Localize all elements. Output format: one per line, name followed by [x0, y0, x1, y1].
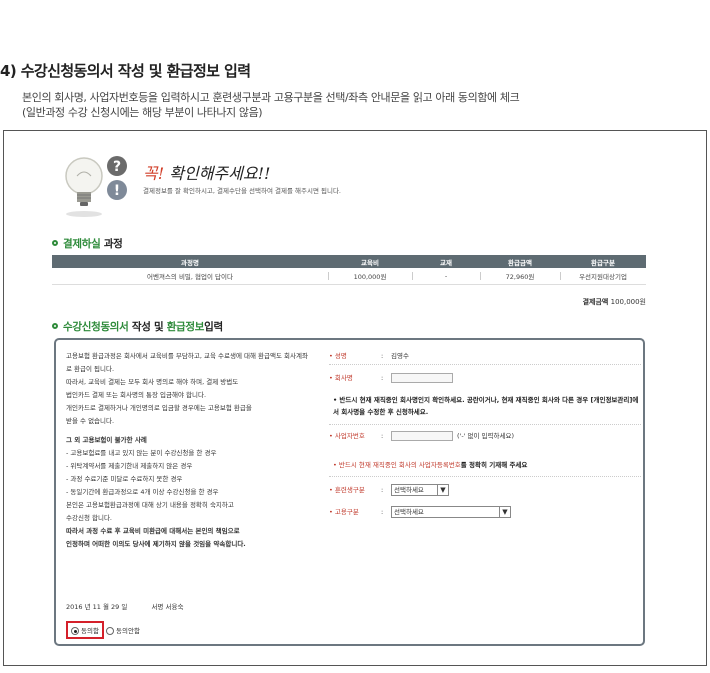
terms-line: - 동일기간에 환급과정으로 4개 이상 수강신청을 한 경우	[66, 488, 219, 496]
agree-radio[interactable]	[71, 627, 79, 635]
chevron-down-icon[interactable]: ▼	[499, 507, 510, 517]
field-company: • 회사명:	[329, 372, 453, 383]
description-line-1: 본인의 회사명, 사업자번호등을 입력하시고 훈련생구분과 고용구분을 선택/좌…	[22, 91, 520, 104]
terms-line: 개인카드로 결제하거나 개인명의로 입금할 경우에는 고용보험 환급을	[66, 404, 252, 412]
terms-line: 따라서, 교육비 결제는 모두 회사 명의로 해야 하며, 결제 방법도	[66, 378, 239, 386]
agree-label[interactable]: 동의함	[81, 627, 99, 635]
col-header-course: 과정명	[52, 255, 328, 268]
company-input[interactable]	[391, 373, 453, 383]
svg-text:?: ?	[113, 159, 121, 175]
cell-course: 어벤져스의 비밀, 협업이 답이다	[52, 268, 328, 285]
employment-type-select[interactable]: 선택하세요 ▼	[391, 506, 511, 518]
col-header-fee: 교육비	[328, 255, 412, 268]
terms-line: 고용보험 환급과정은 회사에서 교육비를 부담하고, 교육 수료생에 대해 환급…	[66, 352, 308, 360]
divider	[329, 364, 641, 365]
chevron-down-icon[interactable]: ▼	[437, 485, 448, 495]
field-employment-type: • 고용구분: 선택하세요 ▼	[329, 506, 511, 518]
payment-table: 과정명 교육비 교재 환급금액 환급구분 어벤져스의 비밀, 협업이 답이다 1…	[52, 255, 646, 285]
terms-line: 로 환급이 됩니다.	[66, 365, 115, 373]
terms-text: 고용보험 환급과정은 회사에서 교육비를 부담하고, 교육 수료생에 대해 환급…	[66, 350, 324, 551]
agreement-radio-group: 동의함 동의안함	[66, 621, 140, 639]
name-value: 김영수	[391, 352, 409, 360]
svg-text:!: !	[114, 183, 120, 199]
col-header-refund-amount: 환급금액	[480, 255, 560, 268]
lightbulb-icon: ? !	[65, 156, 127, 217]
signature-line: 2016 년 11 월 29 일 서명 서융숙	[66, 601, 183, 611]
divider	[329, 424, 641, 425]
notice-subtitle: 결제정보를 잘 확인하시고, 결제수단을 선택하여 결제를 해주시면 됩니다.	[143, 187, 341, 195]
terms-line: 인정하며 어떠한 이의도 당사에 제기하지 않을 것임을 약속합니다.	[66, 540, 246, 548]
notice-title-red: 꼭!	[143, 164, 165, 183]
bizno-info: • 반드시 현재 재직중인 회사의 사업자등록번호를 정확히 기재해 주세요	[333, 461, 528, 469]
notice-title: 꼭! 확인해주세요!!	[143, 160, 270, 184]
terms-line: - 과정 수료기준 미달로 수료하지 못한 경우	[66, 475, 183, 483]
terms-line: 따라서 과정 수료 후 교육비 미환급에 대해서는 본인의 책임으로	[66, 527, 240, 535]
terms-line: - 고용보험료를 내고 있지 않는 분이 수강신청을 한 경우	[66, 449, 217, 457]
table-header-row: 과정명 교육비 교재 환급금액 환급구분	[52, 255, 646, 268]
cell-fee: 100,000원	[328, 268, 412, 285]
agree-option-highlight[interactable]: 동의함	[66, 621, 104, 639]
field-name: • 성명: 김영수	[329, 352, 409, 360]
terms-line: 그 외 고용보험이 불가한 사례	[66, 436, 147, 444]
section-bullet-icon	[52, 323, 58, 329]
col-header-textbook: 교재	[412, 255, 480, 268]
terms-line: 법인카드 결제 또는 회사명의 통장 입금해야 합니다.	[66, 391, 207, 399]
terms-line: 수강신청 합니다.	[66, 514, 112, 522]
terms-line: - 위탁계약서를 제출기한내 제출하지 않은 경우	[66, 462, 193, 470]
sign-name: 서융숙	[165, 603, 184, 611]
bizno-input[interactable]	[391, 431, 453, 441]
cell-textbook: -	[412, 268, 480, 285]
bizno-note: ('-' 없이 입력하세요)	[457, 432, 514, 440]
field-trainee-type: • 훈련생구분: 선택하세요 ▼	[329, 484, 449, 496]
terms-line: 본인은 고용보험환급과정에 대해 상기 내용을 정확히 숙지하고	[66, 501, 234, 509]
sign-label: 서명	[151, 603, 164, 611]
agreement-section-title: 수강신청동의서 작성 및 환급정보입력	[52, 319, 223, 334]
company-info: • 반드시 현재 재직중인 회사명인지 확인하세요. 공란이거나, 현재 재직중…	[333, 396, 639, 416]
description-line-2: (일반과정 수강 신청시에는 해당 부분이 나타나지 않음)	[22, 106, 263, 119]
table-row: 어벤져스의 비밀, 협업이 답이다 100,000원 - 72,960원 우선지…	[52, 268, 646, 285]
divider	[329, 476, 641, 477]
disagree-radio[interactable]	[106, 627, 115, 635]
section-bullet-icon	[52, 240, 58, 246]
page: 4) 수강신청동의서 작성 및 환급정보 입력 본인의 회사명, 사업자번호등을…	[0, 0, 710, 673]
sign-date: 2016 년 11 월 29 일	[66, 603, 128, 611]
notice-title-rest: 확인해주세요!!	[169, 164, 271, 183]
page-heading: 4) 수강신청동의서 작성 및 환급정보 입력	[0, 62, 251, 80]
col-header-refund-type: 환급구분	[560, 255, 646, 268]
payment-total: 결제금액 100,000원	[582, 298, 646, 306]
trainee-type-select[interactable]: 선택하세요 ▼	[391, 484, 449, 496]
terms-line: 받을 수 없습니다.	[66, 417, 115, 425]
payment-section-title: 결제하실 과정	[52, 236, 123, 251]
cell-refund-type: 우선지원대상기업	[560, 268, 646, 285]
cell-refund-amount: 72,960원	[480, 268, 560, 285]
disagree-label[interactable]: 동의안함	[116, 627, 140, 635]
field-bizno: • 사업자번호: ('-' 없이 입력하세요)	[329, 431, 514, 441]
